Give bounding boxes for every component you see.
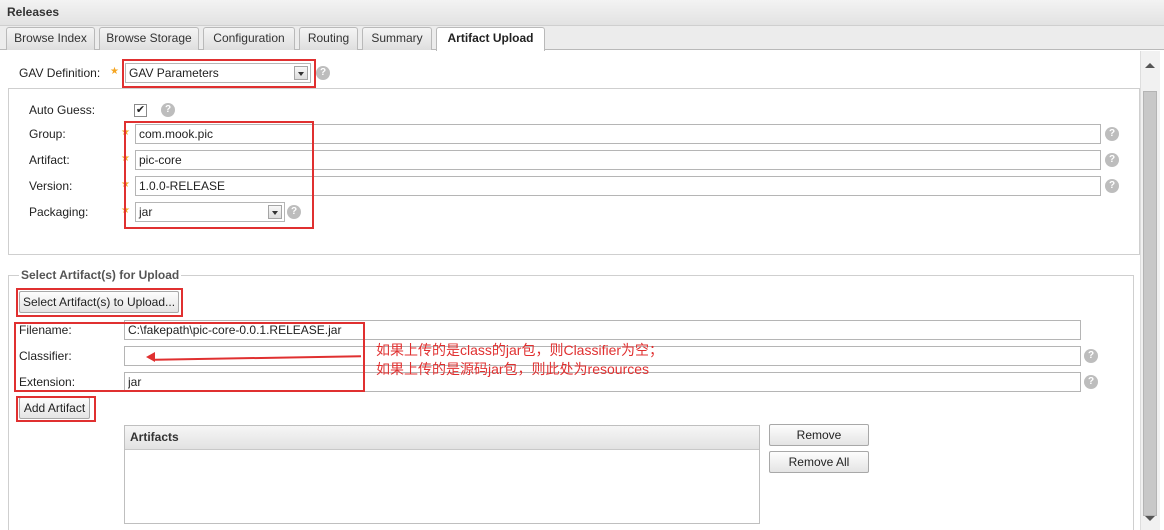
tab-configuration[interactable]: Configuration <box>203 27 295 50</box>
group-label: Group: <box>29 127 66 141</box>
packaging-value: jar <box>139 205 153 219</box>
required-star-icon: ★ <box>121 153 130 164</box>
window-titlebar: Releases <box>0 0 1164 26</box>
required-star-icon: ★ <box>121 179 130 190</box>
tab-browse-storage[interactable]: Browse Storage <box>99 27 199 50</box>
scroll-up-arrow-icon[interactable] <box>1145 63 1155 68</box>
artifact-input[interactable] <box>135 150 1101 170</box>
help-icon[interactable]: ? <box>161 103 175 117</box>
required-star-icon: ★ <box>110 66 119 77</box>
chevron-down-icon[interactable] <box>294 66 308 80</box>
artifacts-grid-header: Artifacts <box>125 426 759 450</box>
auto-guess-checkbox[interactable]: ✔ <box>134 104 147 117</box>
version-label: Version: <box>29 179 73 193</box>
required-star-icon: ★ <box>121 205 130 216</box>
version-input[interactable] <box>135 176 1101 196</box>
vertical-scrollbar[interactable] <box>1140 51 1160 530</box>
gav-definition-select[interactable]: GAV Parameters <box>125 63 311 83</box>
window-title: Releases <box>7 5 60 19</box>
help-icon[interactable]: ? <box>287 205 301 219</box>
scroll-down-arrow-icon[interactable] <box>1145 516 1155 521</box>
upload-legend: Select Artifact(s) for Upload <box>19 268 182 282</box>
help-icon[interactable]: ? <box>1105 153 1119 167</box>
gav-definition-value: GAV Parameters <box>129 66 219 80</box>
remove-all-button[interactable]: Remove All <box>769 451 869 473</box>
gav-definition-label: GAV Definition: <box>19 66 101 80</box>
artifact-label: Artifact: <box>29 153 70 167</box>
classifier-label: Classifier: <box>19 349 72 363</box>
tab-routing[interactable]: Routing <box>299 27 358 50</box>
group-input[interactable] <box>135 124 1101 144</box>
annotation-text-line2: 如果上传的是源码jar包，则此处为resources <box>376 361 650 377</box>
packaging-label: Packaging: <box>29 205 89 219</box>
remove-button[interactable]: Remove <box>769 424 869 446</box>
artifacts-grid: Artifacts <box>124 425 760 524</box>
help-icon[interactable]: ? <box>316 66 330 80</box>
required-star-icon: ★ <box>121 127 130 138</box>
gav-parameters-fieldset: Auto Guess: ✔ ? Group: ★ ? Artifact: ★ ?… <box>8 88 1140 255</box>
chevron-down-icon[interactable] <box>268 205 282 219</box>
help-icon[interactable]: ? <box>1105 127 1119 141</box>
select-artifacts-button[interactable]: Select Artifact(s) to Upload... <box>19 291 179 313</box>
artifact-upload-panel: GAV Definition: ★ GAV Parameters ? Auto … <box>0 51 1164 530</box>
filename-field[interactable] <box>124 320 1081 340</box>
add-artifact-button[interactable]: Add Artifact <box>19 397 90 419</box>
help-icon[interactable]: ? <box>1084 349 1098 363</box>
tab-strip: Browse Index Browse Storage Configuratio… <box>0 26 1164 51</box>
help-icon[interactable]: ? <box>1105 179 1119 193</box>
annotation-text-line1: 如果上传的是class的jar包，则Classifier为空； <box>376 342 664 358</box>
tab-browse-index[interactable]: Browse Index <box>6 27 95 50</box>
auto-guess-label: Auto Guess: <box>29 103 96 117</box>
extension-label: Extension: <box>19 375 76 389</box>
filename-label: Filename: <box>19 323 72 337</box>
help-icon[interactable]: ? <box>1084 375 1098 389</box>
tab-summary[interactable]: Summary <box>362 27 432 50</box>
scroll-thumb[interactable] <box>1143 91 1157 516</box>
tab-artifact-upload[interactable]: Artifact Upload <box>436 27 545 51</box>
packaging-select[interactable]: jar <box>135 202 285 222</box>
annotation-arrow-head-icon <box>146 352 155 362</box>
